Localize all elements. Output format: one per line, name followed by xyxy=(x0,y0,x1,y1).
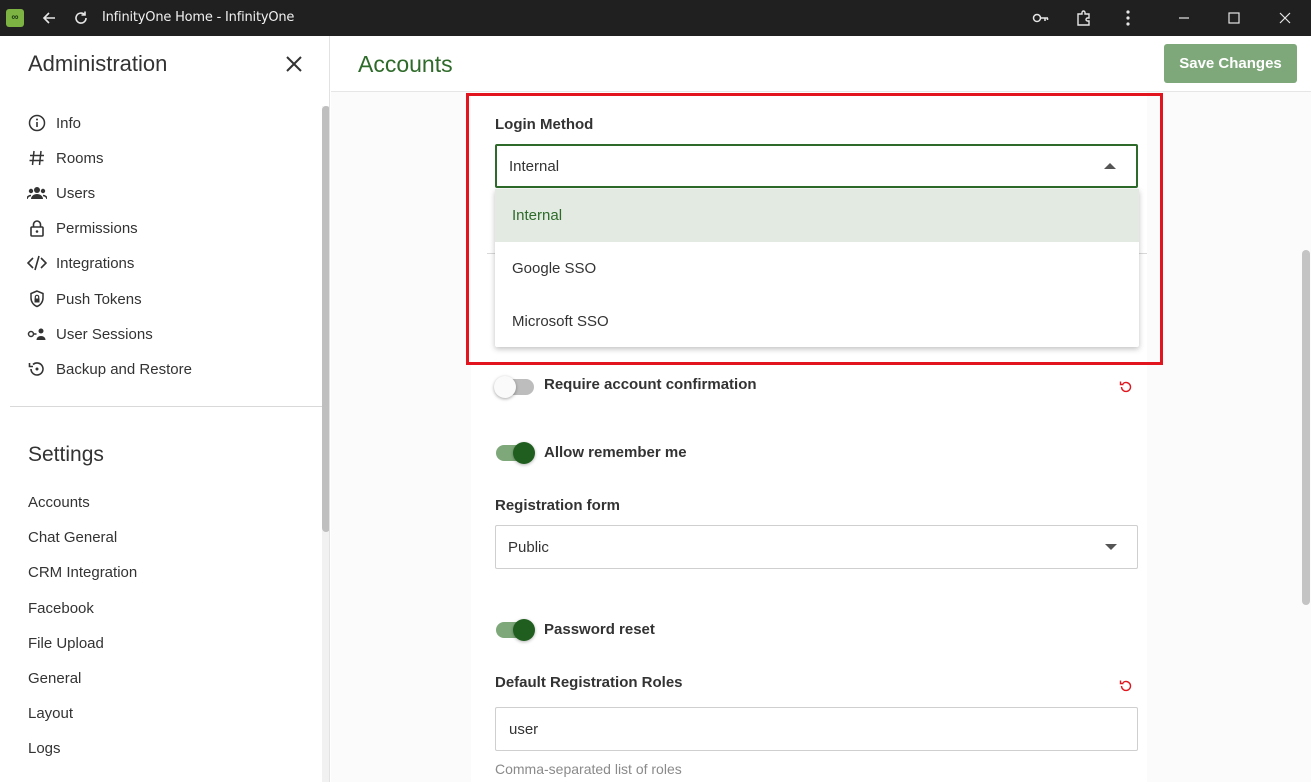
sidebar-item-integrations[interactable]: Integrations xyxy=(26,250,134,276)
back-icon[interactable] xyxy=(37,6,61,30)
sidebar-item-backup-restore[interactable]: Backup and Restore xyxy=(26,356,192,382)
require-confirmation-label: Require account confirmation xyxy=(544,376,757,393)
settings-item-general[interactable]: General xyxy=(28,670,81,687)
registration-form-label: Registration form xyxy=(495,497,621,514)
sidebar-item-label: Backup and Restore xyxy=(56,360,192,378)
sidebar-item-label: Info xyxy=(56,114,82,132)
reload-icon[interactable] xyxy=(69,6,93,30)
sidebar-item-label: User Sessions xyxy=(56,325,153,343)
default-roles-input[interactable]: user xyxy=(495,707,1138,751)
toggle-knob xyxy=(513,442,535,464)
sidebar-item-permissions[interactable]: Permissions xyxy=(26,215,138,241)
close-icon[interactable] xyxy=(283,53,305,75)
code-icon xyxy=(26,252,48,274)
page-title: Accounts xyxy=(358,51,453,77)
window-titlebar: ∞ InfinityOne Home - InfinityOne xyxy=(0,0,1311,36)
password-reset-toggle[interactable] xyxy=(496,619,535,641)
default-roles-hint: Comma-separated list of roles xyxy=(495,761,682,777)
shield-icon xyxy=(26,288,48,310)
key-icon[interactable] xyxy=(1029,6,1053,30)
toggle-knob xyxy=(513,619,535,641)
sidebar-item-label: Users xyxy=(56,184,96,202)
save-changes-button[interactable]: Save Changes xyxy=(1164,44,1297,83)
require-confirmation-toggle[interactable] xyxy=(494,376,534,398)
user-sessions-icon xyxy=(26,323,48,345)
extensions-icon[interactable] xyxy=(1072,6,1096,30)
allow-remember-label: Allow remember me xyxy=(544,444,687,461)
login-method-select[interactable]: Internal xyxy=(495,144,1138,188)
users-icon xyxy=(26,182,48,204)
maximize-icon[interactable] xyxy=(1222,6,1246,30)
sidebar-title: Administration xyxy=(28,51,168,76)
lock-icon xyxy=(26,217,48,239)
settings-item-accounts[interactable]: Accounts xyxy=(28,494,90,511)
info-icon xyxy=(26,112,48,134)
close-window-icon[interactable] xyxy=(1273,6,1297,30)
settings-title: Settings xyxy=(28,443,104,466)
option-microsoft-sso[interactable]: Microsoft SSO xyxy=(495,295,1139,348)
sidebar-item-label: Integrations xyxy=(56,254,135,272)
option-internal[interactable]: Internal xyxy=(495,189,1139,242)
reset-icon[interactable] xyxy=(1118,379,1134,395)
default-roles-value: user xyxy=(509,720,539,738)
window-title: InfinityOne Home - InfinityOne xyxy=(102,10,295,25)
hash-icon xyxy=(26,147,48,169)
settings-item-logs[interactable]: Logs xyxy=(28,740,61,757)
minimize-icon[interactable] xyxy=(1172,6,1196,30)
settings-item-facebook[interactable]: Facebook xyxy=(28,600,94,617)
login-method-label: Login Method xyxy=(495,116,594,133)
restore-icon xyxy=(26,358,48,380)
main-header: Accounts Save Changes xyxy=(331,36,1311,92)
app-icon: ∞ xyxy=(6,9,24,27)
caret-down-icon xyxy=(1105,544,1117,550)
default-roles-label: Default Registration Roles xyxy=(495,674,683,691)
reset-icon[interactable] xyxy=(1118,678,1134,694)
option-google-sso[interactable]: Google SSO xyxy=(495,242,1139,295)
main-scrollbar-thumb[interactable] xyxy=(1302,250,1310,605)
settings-item-file-upload[interactable]: File Upload xyxy=(28,635,104,652)
login-method-value: Internal xyxy=(509,157,560,175)
sidebar-divider xyxy=(10,406,322,407)
password-reset-label: Password reset xyxy=(544,621,655,638)
sidebar-item-label: Permissions xyxy=(56,219,138,237)
allow-remember-toggle[interactable] xyxy=(496,442,535,464)
more-menu-icon[interactable] xyxy=(1116,6,1140,30)
toggle-knob xyxy=(494,376,516,398)
settings-item-crm-integration[interactable]: CRM Integration xyxy=(28,564,137,581)
caret-up-icon xyxy=(1104,163,1116,169)
admin-sidebar: Administration Info Rooms Users Permissi… xyxy=(0,36,330,782)
registration-form-select[interactable]: Public xyxy=(495,525,1138,569)
registration-form-value: Public xyxy=(508,538,549,556)
sidebar-item-label: Rooms xyxy=(56,149,104,167)
sidebar-item-push-tokens[interactable]: Push Tokens xyxy=(26,286,142,312)
sidebar-item-rooms[interactable]: Rooms xyxy=(26,145,104,171)
login-method-dropdown: Internal Google SSO Microsoft SSO xyxy=(495,189,1139,347)
sidebar-item-users[interactable]: Users xyxy=(26,180,95,206)
sidebar-scrollbar-thumb[interactable] xyxy=(322,106,329,532)
sidebar-item-label: Push Tokens xyxy=(56,290,142,308)
sidebar-item-user-sessions[interactable]: User Sessions xyxy=(26,321,153,347)
settings-item-chat-general[interactable]: Chat General xyxy=(28,529,117,546)
settings-item-layout[interactable]: Layout xyxy=(28,705,73,722)
sidebar-item-info[interactable]: Info xyxy=(26,110,81,136)
